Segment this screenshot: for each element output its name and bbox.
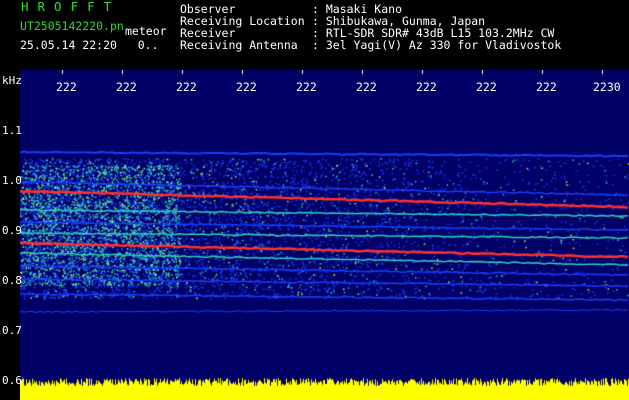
x-tick-4: 222 <box>236 80 257 94</box>
y-tick-1.0: 1.0 <box>2 174 22 187</box>
tag-label: meteor <box>125 24 167 38</box>
header: HROFFT UT2505142220.pn meteor 25.05.14 2… <box>0 0 629 70</box>
file-name: UT2505142220.pn <box>20 19 124 33</box>
y-tick-0.7: 0.7 <box>2 324 22 337</box>
timestamp: 25.05.14 22:20 0.. <box>20 38 159 52</box>
x-tick-2: 222 <box>116 80 137 94</box>
x-tick-7: 222 <box>416 80 437 94</box>
x-tick-8: 222 <box>476 80 497 94</box>
x-tick-1: 222 <box>56 80 77 94</box>
x-tick-10: 2230 <box>593 80 621 94</box>
y-tick-0.9: 0.9 <box>2 224 22 237</box>
y-tick-1.1: 1.1 <box>2 124 22 137</box>
spectrogram-canvas <box>20 70 629 400</box>
brand-title: HROFFT <box>21 0 121 14</box>
info-label-antenna: Receiving Antenna <box>180 38 298 52</box>
unit-label: kHz <box>2 74 22 87</box>
y-tick-0.8: 0.8 <box>2 274 22 287</box>
y-tick-0.6: 0.6 <box>2 374 22 387</box>
x-tick-5: 222 <box>296 80 317 94</box>
x-tick-9: 222 <box>536 80 557 94</box>
x-tick-3: 222 <box>176 80 197 94</box>
x-tick-6: 222 <box>356 80 377 94</box>
info-value-antenna: : 3el Yagi(V) Az 330 for Vladivostok <box>312 38 562 52</box>
